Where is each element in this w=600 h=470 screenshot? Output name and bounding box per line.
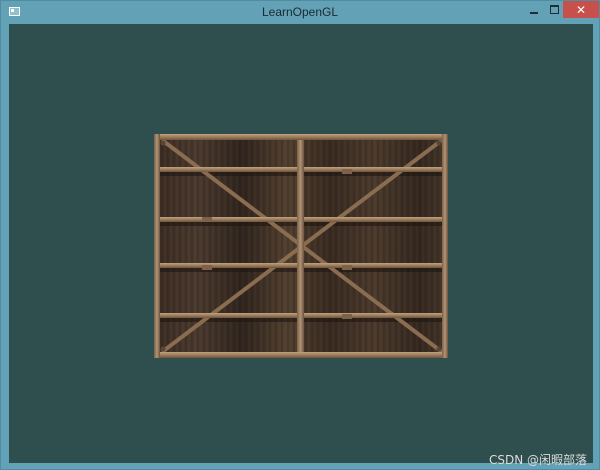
app-window: LearnOpenGL ✕ CSDN @闲暇部落: [0, 0, 600, 470]
maximize-button[interactable]: [546, 1, 563, 18]
window-title: LearnOpenGL: [261, 5, 339, 19]
wooden-container-texture: [154, 134, 448, 358]
title-bar[interactable]: LearnOpenGL ✕: [1, 1, 599, 24]
close-icon: ✕: [575, 2, 587, 17]
opengl-viewport[interactable]: [9, 24, 593, 463]
maximize-icon: [550, 5, 559, 14]
close-button[interactable]: ✕: [563, 1, 599, 18]
csdn-watermark: CSDN @闲暇部落: [488, 453, 587, 467]
minimize-icon: [529, 11, 538, 14]
minimize-button[interactable]: [521, 1, 546, 18]
